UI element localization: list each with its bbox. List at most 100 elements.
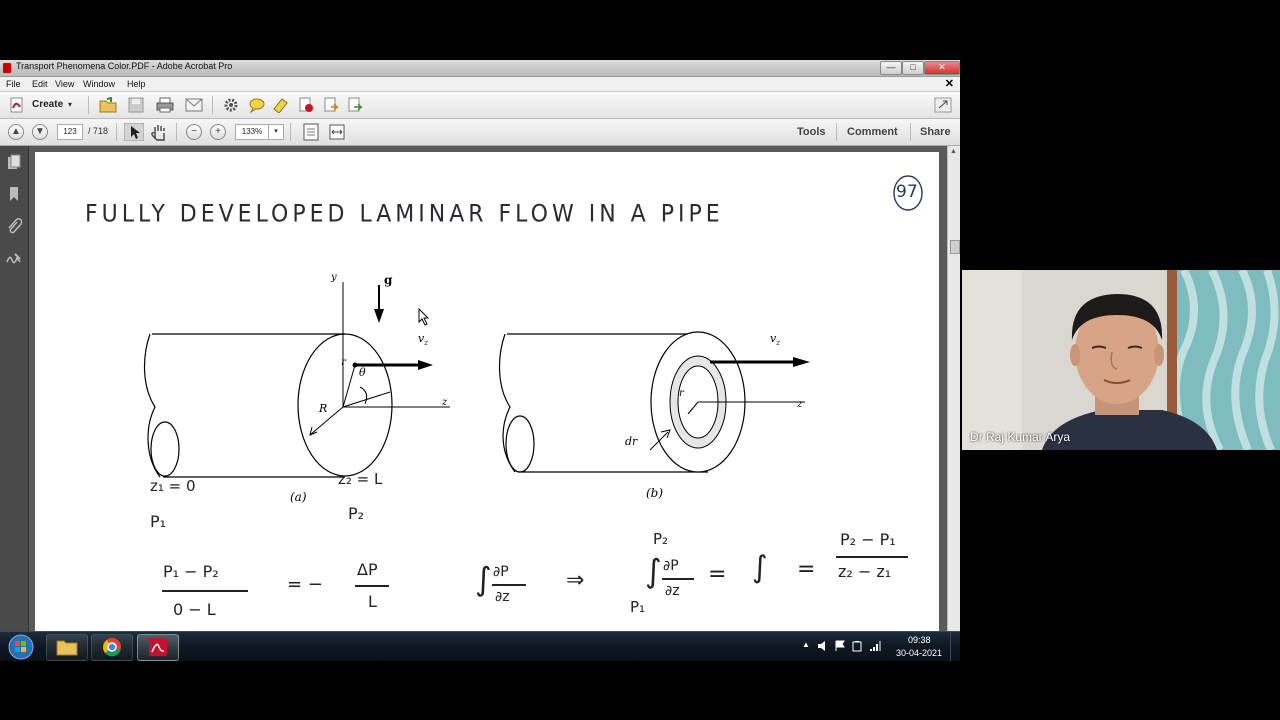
save-icon[interactable] — [128, 97, 144, 113]
start-button[interactable] — [6, 633, 36, 661]
pdf-page: 97 FULLY DEVELOPED LAMINAR FLOW IN A PIP… — [35, 152, 939, 660]
action-center-icon[interactable] — [834, 640, 846, 652]
toolbar-divider — [836, 123, 837, 141]
acrobat-app-icon — [3, 63, 11, 73]
eq-dpdz-denominator: ∂z — [495, 589, 510, 605]
page-total: / 718 — [88, 126, 109, 136]
eq-dp-bar — [355, 585, 389, 587]
fig-a-g-label: g — [384, 273, 393, 287]
network-icon[interactable] — [869, 640, 881, 652]
tray-expand-icon[interactable]: ▲ — [802, 640, 810, 649]
p2-annotation: P₂ — [348, 504, 365, 523]
zoom-out-icon[interactable]: − — [186, 124, 202, 140]
eq-rhs-denominator: z₂ − z₁ — [838, 562, 892, 581]
fit-width-icon[interactable] — [328, 123, 346, 141]
toolbar-divider — [88, 96, 89, 114]
maximize-button[interactable]: □ — [902, 61, 924, 75]
menu-edit[interactable]: Edit — [32, 79, 48, 89]
eq-implies-arrow: ⇒ — [566, 568, 585, 593]
delete-icon[interactable] — [298, 97, 314, 113]
menu-view[interactable]: View — [55, 79, 74, 89]
share-icon[interactable] — [347, 97, 363, 113]
hand-tool-icon[interactable] — [150, 123, 168, 141]
window-title: Transport Phenomena Color.PDF - Adobe Ac… — [16, 61, 233, 71]
chrome-icon — [103, 638, 121, 657]
acrobat-icon — [149, 638, 167, 656]
fig-a-R-label: R — [319, 402, 328, 415]
select-tool-icon[interactable] — [124, 123, 144, 141]
taskbar-chrome[interactable] — [91, 634, 133, 661]
page-thumbnails-icon[interactable] — [6, 154, 22, 170]
zoom-field[interactable]: 133% — [235, 124, 269, 140]
clock-time[interactable]: 09:38 — [908, 635, 931, 645]
bookmarks-icon[interactable] — [6, 186, 22, 202]
show-desktop-button[interactable] — [950, 632, 961, 661]
fig-b-r-label: r — [679, 388, 684, 399]
fig-a-caption: (a) — [290, 490, 307, 504]
tools-pane-link[interactable]: Tools — [797, 126, 826, 138]
eq-frac1-bar — [162, 590, 248, 592]
minimize-button[interactable]: — — [880, 61, 902, 75]
settings-icon[interactable] — [223, 97, 239, 113]
webcam-feed: Dr Raj Kumar Arya — [962, 270, 1280, 450]
fig-a-y-label: y — [331, 272, 337, 283]
signatures-icon[interactable] — [6, 250, 22, 266]
scrollbar-thumb[interactable] — [950, 240, 960, 254]
menu-help[interactable]: Help — [127, 79, 146, 89]
fig-a-r-label: r — [341, 357, 346, 368]
export-icon[interactable] — [323, 97, 339, 113]
navigation-toolbar: ▲ ▼ 123 / 718 − + 133% ▾ Tools Comment S… — [0, 119, 960, 146]
participant-video — [962, 270, 1280, 450]
email-icon[interactable] — [185, 98, 203, 112]
mouse-cursor-icon — [418, 308, 430, 326]
clock-date[interactable]: 30-04-2021 — [896, 648, 942, 658]
zoom-in-icon[interactable]: + — [210, 124, 226, 140]
toolbar-divider — [116, 123, 117, 141]
close-button[interactable]: ✕ — [924, 61, 960, 75]
menu-file[interactable]: File — [6, 79, 21, 89]
fig-a-vz-label: vz — [418, 332, 428, 347]
p1-annotation: P₁ — [150, 512, 167, 531]
highlight-icon[interactable] — [272, 97, 290, 113]
comment-icon[interactable] — [248, 97, 266, 113]
taskbar-acrobat[interactable] — [137, 634, 179, 661]
fit-page-icon[interactable] — [302, 123, 320, 141]
share-pane-link[interactable]: Share — [920, 126, 951, 138]
page-number: 97 — [896, 182, 918, 202]
chevron-down-icon: ▾ — [68, 100, 73, 109]
zoom-dropdown-icon[interactable]: ▾ — [268, 124, 284, 140]
z1-annotation: z₁ = 0 — [150, 477, 196, 495]
eq-dpdz-bar — [492, 584, 526, 586]
open-icon[interactable] — [99, 97, 117, 113]
eq-rhs-numerator: P₂ − P₁ — [840, 530, 896, 549]
page-number-input[interactable]: 123 — [57, 124, 83, 140]
menu-window[interactable]: Window — [83, 79, 115, 89]
expand-icon[interactable] — [934, 97, 952, 113]
page-heading: FULLY DEVELOPED LAMINAR FLOW IN A PIPE — [85, 200, 724, 229]
eq-rhs-bar — [836, 556, 908, 558]
next-page-icon[interactable]: ▼ — [32, 124, 48, 140]
fig-b-vz-sub: z — [776, 339, 780, 348]
figure-a-pipe-diagram — [143, 282, 450, 478]
fig-a-theta-label: θ — [359, 366, 366, 379]
eq-dpdz2-numerator: ∂P — [663, 558, 679, 574]
comment-pane-link[interactable]: Comment — [847, 126, 898, 138]
attachments-icon[interactable] — [6, 218, 22, 234]
eq-frac1-numerator: P₁ − P₂ — [163, 562, 219, 581]
scroll-up-icon[interactable]: ▲ — [950, 148, 957, 155]
toolbar-divider — [176, 123, 177, 141]
create-button[interactable]: Create ▾ — [8, 96, 86, 114]
windows-taskbar: ▲ 09:38 30-04-2021 — [0, 631, 960, 661]
taskbar-explorer[interactable] — [46, 634, 88, 661]
eq-equals-2: = — [797, 557, 816, 582]
vertical-scrollbar[interactable]: ▲ ▼ — [947, 146, 960, 660]
toolbar-divider — [212, 96, 213, 114]
eq-frac1-denominator: 0 − L — [173, 600, 216, 619]
volume-icon[interactable] — [817, 640, 829, 652]
print-icon[interactable] — [156, 97, 174, 113]
create-pdf-icon — [10, 97, 23, 113]
battery-icon[interactable] — [851, 640, 863, 652]
document-close-icon[interactable]: ✕ — [945, 77, 954, 90]
eq-integral-3: ∫ — [752, 550, 768, 585]
previous-page-icon[interactable]: ▲ — [8, 124, 24, 140]
